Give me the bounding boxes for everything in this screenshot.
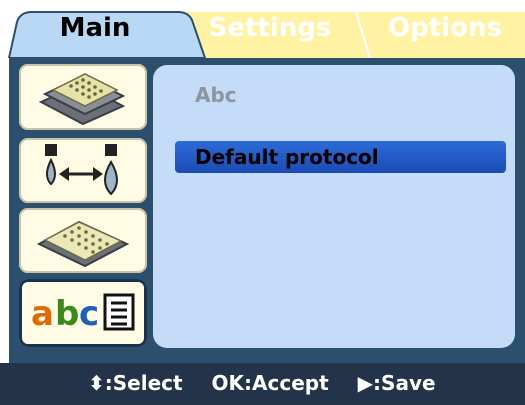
selected-list-item[interactable]: Default protocol [195,143,379,171]
right-arrow-icon: ▶ [357,371,374,395]
sidebar-item-plate-stack[interactable] [19,64,147,130]
tab-settings[interactable]: Settings [205,10,335,46]
wellplate-icon [36,220,130,268]
svg-text:a: a [31,294,54,334]
svg-text:c: c [79,294,99,334]
tab-main[interactable]: Main [40,10,150,46]
content-area: Abc Default protocol [153,65,515,348]
hint-save-label: :Save [373,371,436,395]
sidebar-item-wellplate[interactable] [19,208,147,273]
sidebar-item-protocol-name[interactable]: a b c [19,279,147,347]
main-panel: a b c Abc Default protocol [9,58,525,363]
up-down-arrow-icon: ⬍ [88,371,105,395]
abc-list-icon: a b c [31,293,135,334]
status-bar: ⬍:Select OK:Accept ▶:Save [0,363,525,405]
svg-text:b: b [55,294,79,334]
hint-accept: OK:Accept [211,371,329,395]
hint-save: ▶:Save [358,371,436,395]
hint-select-label: :Select [104,371,183,395]
protocol-field-label: Abc [195,83,237,107]
key-hints: ⬍:Select OK:Accept ▶:Save [88,371,458,395]
tab-bar: Main Settings Options [0,0,525,58]
tab-options[interactable]: Options [375,10,515,46]
hint-select: ⬍:Select [88,371,183,395]
device-screen: Main Settings Options a b c Abc Default … [0,0,525,405]
sidebar-item-dispense[interactable] [19,138,147,203]
plate-stack-icon [38,73,126,126]
dispense-transfer-icon [45,144,118,196]
